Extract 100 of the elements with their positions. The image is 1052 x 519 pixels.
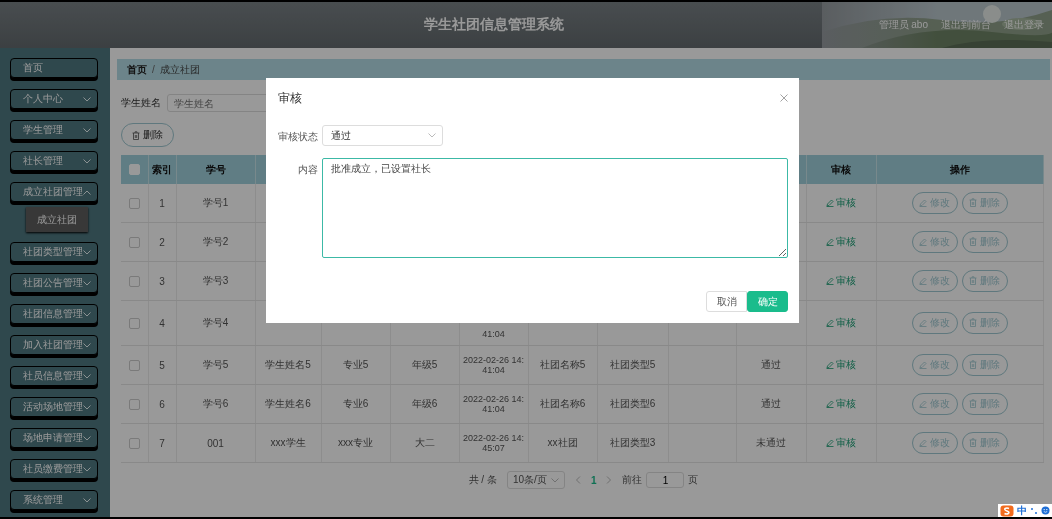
table-cell: 6 [159,398,165,410]
status-select[interactable]: 通过 [322,125,443,146]
review-link[interactable]: 审核 [826,358,856,372]
page-size-select[interactable]: 10条/页 [506,471,565,489]
table-cell: 通过 [761,398,781,409]
table-cell: 2022-02-26 14:41:04 [462,355,525,375]
trash-icon [969,399,977,409]
sidebar-item[interactable]: 社员缴费管理 [10,459,98,479]
pencil-icon [919,319,927,328]
page-number[interactable]: 1 [590,474,597,486]
table-cell: xxx专业 [338,437,373,448]
pencil-icon [826,277,834,285]
checkbox[interactable] [128,317,140,329]
pencil-icon [826,439,834,447]
sidebar-item[interactable]: 加入社团管理 [10,335,98,355]
table-cell: 社团类型5 [609,359,656,370]
table-cell: 3 [159,275,165,287]
table-cell: 社团名称5 [539,359,586,370]
table-cell: xxx学生 [270,437,306,448]
sidebar-item[interactable]: 系统管理 [10,490,98,510]
pencil-icon [919,277,927,286]
table-cell: 社团类型3 [609,437,656,448]
checkbox[interactable] [128,275,140,287]
breadcrumb-item: 成立社团 [159,62,200,77]
pencil-icon [826,400,834,408]
checkbox[interactable] [128,197,140,209]
checkbox[interactable] [128,398,140,410]
confirm-button[interactable]: 确定 [747,291,788,312]
delete-button[interactable]: 删除 [121,123,174,147]
sidebar-item[interactable]: 个人中心 [10,89,98,109]
page-suffix: 页 [688,473,699,487]
table-cell: 未通过 [756,437,786,448]
close-icon[interactable] [780,94,788,102]
review-link[interactable]: 审核 [826,274,856,288]
cancel-button[interactable]: 取消 [706,291,747,312]
sidebar-item[interactable]: 社团信息管理 [10,304,98,324]
sidebar-item[interactable]: 社员信息管理 [10,366,98,386]
checkbox[interactable] [128,236,140,248]
trash-icon [969,438,977,448]
trash-icon [969,276,977,286]
sidebar-item[interactable]: 首页 [10,58,98,78]
table-cell: 2022-02-26 14:41:04 [462,394,525,414]
table-cell: 学生姓名6 [265,398,311,409]
review-link[interactable]: 审核 [826,397,856,411]
column-header: 学号 [205,163,226,175]
caret-icon [550,477,559,483]
trash-icon [969,198,977,208]
review-link[interactable]: 审核 [826,196,856,210]
pencil-icon [919,361,927,370]
table-cell: 学号2 [202,236,229,247]
table-cell: 学号6 [202,398,229,409]
table-cell: 学号3 [202,275,229,286]
table-cell: 2022-02-26 14:45:07 [462,433,525,453]
sidebar-item[interactable]: 场地申请管理 [10,428,98,448]
pencil-icon [826,319,834,327]
page-input[interactable]: 1 [646,472,685,488]
sidebar-item[interactable]: 社长管理 [10,151,98,171]
table-cell: 年级6 [411,398,438,409]
pencil-icon [919,199,927,208]
table-cell: 年级5 [411,359,438,370]
field-label: 审核状态 [278,130,318,144]
sidebar-item[interactable]: 社团公告管理 [10,273,98,293]
field-label: 内容 [297,163,318,177]
column-header: 索引 [152,163,172,175]
table-cell: 学生姓名5 [265,359,311,370]
review-link[interactable]: 审核 [826,436,856,450]
table-cell: 4 [159,317,165,329]
table-cell: 41:04 [482,329,505,339]
breadcrumb-item[interactable]: 首页 [127,62,147,77]
pencil-icon [826,361,834,369]
review-link[interactable]: 审核 [826,235,856,249]
sidebar-item[interactable]: 学生管理 [10,120,98,140]
pencil-icon [919,238,927,247]
sidebar-item[interactable]: 活动场地管理 [10,397,98,417]
table-cell: 2 [159,236,165,248]
checkbox[interactable] [128,437,140,449]
submenu-item[interactable]: 成立社团 [26,207,88,232]
ime-mode-label[interactable]: 中 [1017,503,1027,517]
checkbox[interactable] [128,359,140,371]
table-cell: 5 [159,359,165,371]
content-textarea[interactable]: 批准成立，已设置社长 [322,158,788,258]
review-link[interactable]: 审核 [826,316,856,330]
column-header: 审核 [831,163,851,175]
pencil-icon [919,400,927,409]
pencil-icon [826,238,834,246]
goto-label: 前往 [622,473,643,487]
app-title: 学生社团信息管理系统 [423,16,566,34]
breadcrumb-separator: / [152,64,155,75]
table-cell: 专业5 [342,359,369,370]
search-label: 学生姓名 [121,96,161,110]
table-cell: xx社团 [547,437,578,448]
sidebar-item[interactable]: 社团类型管理 [10,242,98,262]
table-cell: 001 [207,437,224,449]
total-count: 共 / 条 [468,473,497,487]
table-cell: 通过 [761,359,781,370]
caret-icon [428,133,436,138]
trash-icon [969,360,977,370]
trash-icon [132,130,140,140]
pencil-icon [919,439,927,448]
sidebar-item[interactable]: 成立社团管理 [10,182,98,202]
